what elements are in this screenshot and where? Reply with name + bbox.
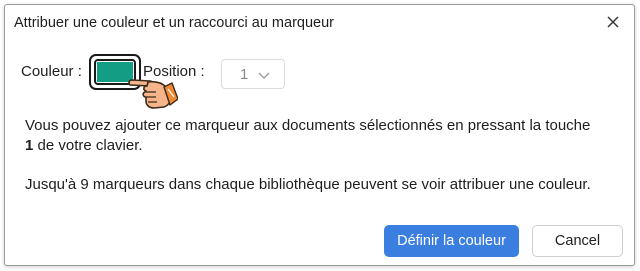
info-line-1: Vous pouvez ajouter ce marqueur aux docu… — [25, 117, 591, 134]
dialog-title: Attribuer une couleur et un raccourci au… — [14, 15, 334, 31]
define-color-button[interactable]: Définir la couleur — [384, 225, 519, 257]
assign-color-dialog: Attribuer une couleur et un raccourci au… — [4, 4, 635, 266]
pointing-hand-icon — [128, 79, 178, 109]
close-icon — [607, 16, 619, 28]
info-line-2: 1 de votre clavier. — [25, 136, 625, 156]
color-label: Couleur : — [21, 63, 82, 80]
position-select-value: 1 — [240, 66, 249, 83]
info-line-2-rest: de votre clavier. — [33, 137, 143, 154]
cancel-button[interactable]: Cancel — [532, 225, 623, 257]
position-select[interactable]: 1 — [221, 59, 285, 89]
chevron-down-icon — [258, 72, 270, 79]
info-line-3: Jusqu'à 9 marqueurs dans chaque biblioth… — [25, 176, 591, 193]
close-button[interactable] — [604, 13, 622, 31]
